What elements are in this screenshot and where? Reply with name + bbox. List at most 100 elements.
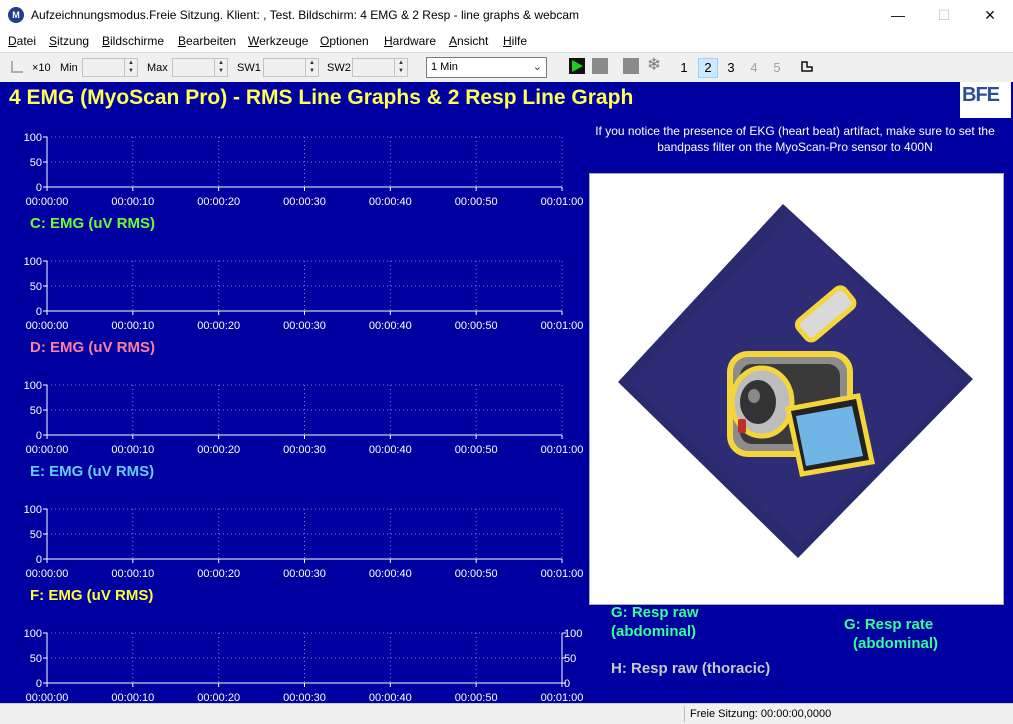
menu-bildschirme[interactable]: Bildschirme: [102, 34, 164, 48]
x-tick-label: 00:01:00: [541, 320, 584, 332]
x-tick-label: 00:01:00: [541, 568, 584, 580]
y-tick-label: 0: [36, 182, 42, 194]
sw1-label: SW1: [237, 62, 261, 74]
graph-emg-f[interactable]: 100 50 0 00:00:00 00:00:10 00:00:20 00:00:30 00…: [0, 502, 590, 582]
resp-raw-thoracic-label: H: Resp raw (thoracic): [611, 660, 771, 677]
maximize-button[interactable]: ☐: [921, 0, 967, 30]
menu-bearbeiten[interactable]: Bearbeiten: [178, 34, 236, 48]
x-tick-label: 00:00:50: [455, 568, 498, 580]
x-tick-label: 00:00:40: [369, 196, 412, 208]
channel-label-c: C: EMG (uV RMS): [30, 215, 155, 232]
menu-datei[interactable]: Datei: [8, 34, 36, 48]
sw1-spinner[interactable]: ▲ ▼: [263, 58, 319, 77]
menu-hilfe[interactable]: Hilfe: [503, 34, 527, 48]
webcam-panel[interactable]: [589, 173, 1004, 605]
zoom-label[interactable]: ×10: [32, 62, 51, 74]
max-spinner[interactable]: ▲ ▼: [172, 58, 228, 77]
step-icon[interactable]: [801, 61, 813, 72]
duration-select[interactable]: 1 Min ⌄: [426, 57, 547, 78]
status-bar: Freie Sitzung: 00:00:00,0000: [0, 703, 1013, 724]
x-tick-label: 00:00:00: [26, 196, 69, 208]
axis-icon[interactable]: [10, 60, 24, 74]
y-tick-label: 100: [24, 132, 42, 144]
screen-button-1[interactable]: 1: [674, 58, 694, 78]
x-tick-label: 00:00:10: [111, 320, 154, 332]
x-tick-label: 00:00:10: [111, 444, 154, 456]
y-tick-label: 0: [36, 306, 42, 318]
chevron-down-icon: ⌄: [532, 61, 542, 73]
resp-rate-line1: G: Resp rate: [844, 616, 934, 633]
play-icon[interactable]: [569, 58, 585, 74]
y-tick-label-right: 0: [564, 678, 570, 690]
resp-raw-line1: G: Resp raw: [611, 604, 699, 621]
y-tick-label: 100: [24, 256, 42, 268]
record-icon[interactable]: [623, 58, 639, 74]
menu-hardware[interactable]: Hardware: [384, 34, 436, 48]
x-tick-label: 00:00:40: [369, 320, 412, 332]
y-tick-label: 50: [30, 653, 42, 665]
screen-button-5[interactable]: 5: [767, 58, 787, 78]
close-button[interactable]: ✕: [967, 0, 1013, 30]
y-tick-label: 100: [24, 628, 42, 640]
x-tick-label: 00:00:30: [283, 568, 326, 580]
channel-label-f: F: EMG (uV RMS): [30, 587, 154, 604]
sw2-spinner[interactable]: ▲ ▼: [352, 58, 408, 77]
freeze-icon[interactable]: ❄: [645, 55, 663, 75]
spinner-arrows-icon[interactable]: ▲ ▼: [214, 59, 227, 76]
y-tick-label-right: 50: [564, 653, 576, 665]
screen-button-2[interactable]: 2: [698, 58, 718, 78]
stop-icon[interactable]: [592, 58, 608, 74]
max-label: Max: [147, 62, 168, 74]
graph-resp[interactable]: 100 10050 500 000:00:00 00:00:10 00:00:20 00:0…: [0, 626, 590, 706]
y-tick-label: 0: [36, 430, 42, 442]
y-tick-label: 50: [30, 405, 42, 417]
screen-button-3[interactable]: 3: [721, 58, 741, 78]
spinner-arrows-icon[interactable]: ▲ ▼: [305, 59, 318, 76]
x-tick-label: 00:00:20: [197, 320, 240, 332]
sw2-label: SW2: [327, 62, 351, 74]
x-tick-label: 00:00:40: [369, 568, 412, 580]
x-tick-label: 00:00:30: [283, 320, 326, 332]
camcorder-icon: [618, 204, 973, 558]
x-tick-label: 00:00:50: [455, 320, 498, 332]
x-tick-label: 00:00:20: [197, 444, 240, 456]
menu-ansicht[interactable]: Ansicht: [449, 34, 488, 48]
min-spinner[interactable]: ▲ ▼: [82, 58, 138, 77]
spinner-arrows-icon[interactable]: ▲ ▼: [124, 59, 137, 76]
y-tick-label-right: 100: [564, 628, 582, 640]
x-tick-label: 00:00:30: [283, 196, 326, 208]
y-tick-label: 50: [30, 281, 42, 293]
session-timer: Freie Sitzung: 00:00:00,0000: [690, 708, 832, 720]
x-tick-label: 00:01:00: [541, 196, 584, 208]
graph-emg-e[interactable]: 100 50 0 00:00:00 00:00:10 00:00:20 00:00:30 00…: [0, 378, 590, 458]
channel-label-d: D: EMG (uV RMS): [30, 339, 155, 356]
menu-werkzeuge[interactable]: Werkzeuge: [248, 34, 308, 48]
x-tick-label: 00:00:20: [197, 196, 240, 208]
menu-bar: Datei Sitzung Bildschirme Bearbeiten Wer…: [0, 30, 1013, 52]
y-tick-label: 100: [24, 380, 42, 392]
y-tick-label: 0: [36, 554, 42, 566]
channel-label-e: E: EMG (uV RMS): [30, 463, 155, 480]
y-tick-label: 50: [30, 157, 42, 169]
status-separator: [684, 706, 685, 722]
minimize-button[interactable]: —: [875, 0, 921, 30]
duration-value: 1 Min: [431, 61, 458, 73]
x-tick-label: 00:00:50: [455, 444, 498, 456]
x-tick-label: 00:00:10: [111, 568, 154, 580]
y-tick-label: 100: [24, 504, 42, 516]
bfe-logo: BFE: [960, 82, 1011, 118]
menu-sitzung[interactable]: Sitzung: [49, 34, 89, 48]
x-tick-label: 00:00:50: [455, 196, 498, 208]
x-tick-label: 00:01:00: [541, 444, 584, 456]
resp-divider: [604, 600, 790, 602]
resp-raw-line2: (abdominal): [611, 623, 696, 640]
x-tick-label: 00:00:30: [283, 444, 326, 456]
resp-rate-abdominal-label: G: Resp rate (abdominal): [844, 615, 938, 653]
y-tick-label: 0: [36, 678, 42, 690]
title-bar: M Aufzeichnungsmodus.Freie Sitzung. Klie…: [0, 0, 1013, 30]
graph-emg-c[interactable]: 100 50 0 00:00:00 00:00:10 00:00:20 00:00:30 00…: [0, 130, 590, 210]
screen-button-4[interactable]: 4: [744, 58, 764, 78]
menu-optionen[interactable]: Optionen: [320, 34, 369, 48]
spinner-arrows-icon[interactable]: ▲ ▼: [394, 59, 407, 76]
graph-emg-d[interactable]: 100 50 0 00:00:00 00:00:10 00:00:20 00:00:30 00…: [0, 254, 590, 334]
